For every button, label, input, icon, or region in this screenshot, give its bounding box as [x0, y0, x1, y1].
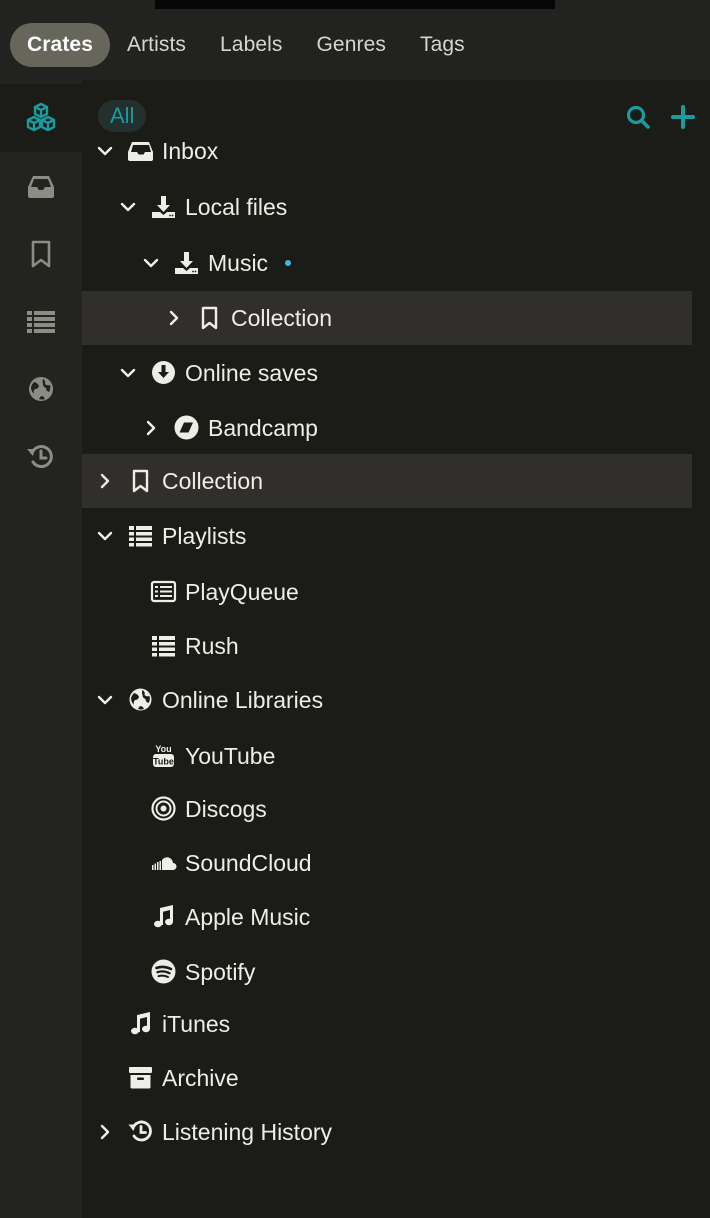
tree-item-label: SoundCloud [185, 850, 312, 876]
rail-history-button[interactable] [0, 423, 82, 491]
inbox-icon [128, 142, 153, 161]
tree-item-label: Bandcamp [208, 415, 318, 441]
history-icon [128, 1120, 152, 1142]
window-top-bar [155, 0, 555, 9]
tree-item-label: Collection [162, 468, 263, 494]
globe-icon [129, 688, 152, 711]
chevron-down-icon[interactable] [118, 197, 138, 217]
bookmark-icon [132, 469, 149, 493]
circle-download-icon [152, 361, 175, 384]
tree-item-music[interactable]: Music [82, 236, 692, 290]
chevron-down-icon[interactable] [95, 690, 115, 710]
history-icon [27, 445, 53, 469]
chevron-down-icon[interactable] [141, 253, 161, 273]
list-icon [129, 526, 152, 547]
tree-item-label: YouTube [185, 743, 276, 769]
tab-tags[interactable]: Tags [403, 23, 482, 67]
chevron-down-icon[interactable] [95, 526, 115, 546]
tree-item-label: Apple Music [185, 904, 311, 930]
download-icon [175, 252, 198, 274]
tree-item-archive[interactable]: Archive [82, 1051, 692, 1105]
tree-item-apple-music[interactable]: Apple Music [82, 890, 692, 944]
soundcloud-icon [152, 857, 177, 870]
tree-item-playlists[interactable]: Playlists [82, 509, 692, 563]
tree-item-online-libraries[interactable]: Online Libraries [82, 673, 692, 727]
tree-item-label: iTunes [162, 1011, 231, 1037]
tree-item-label: Music [208, 250, 269, 276]
tree-item-collection[interactable]: Collection [82, 454, 692, 508]
tree-item-label: Discogs [185, 796, 267, 822]
tree-item-label: Online Libraries [162, 687, 324, 713]
chevron-down-icon[interactable] [118, 363, 138, 383]
tree-item-local-files[interactable]: Local files [82, 180, 692, 234]
crates-panel: All Inbox Local files Music Collection Onlin… [82, 80, 710, 1218]
tab-genres[interactable]: Genres [300, 23, 403, 67]
svg-text:Tube: Tube [153, 757, 174, 767]
rail-playlists-button[interactable] [0, 287, 82, 355]
queue-icon [150, 580, 177, 603]
tree-item-itunes[interactable]: iTunes [82, 997, 692, 1051]
list-icon [152, 636, 175, 657]
chevron-down-icon[interactable] [95, 141, 115, 161]
chevron-right-icon[interactable] [141, 418, 161, 438]
tree-item-playqueue[interactable]: PlayQueue [82, 565, 692, 619]
tree-item-online-saves[interactable]: Online saves [82, 346, 692, 400]
tab-bar: Crates Artists Labels Genres Tags [0, 10, 710, 80]
bookmark-icon [31, 240, 51, 268]
rail-crates-button[interactable] [0, 84, 82, 152]
tab-artists[interactable]: Artists [110, 23, 203, 67]
svg-text:You: You [155, 744, 171, 754]
tree-item-label: Listening History [162, 1119, 333, 1145]
side-rail [0, 80, 82, 1218]
tab-labels[interactable]: Labels [203, 23, 299, 67]
tree-item-label: Playlists [162, 523, 247, 549]
tree-item-soundcloud[interactable]: SoundCloud [82, 836, 692, 890]
rail-bookmark-button[interactable] [0, 220, 82, 288]
chevron-right-icon[interactable] [95, 471, 115, 491]
cubes-icon [26, 102, 56, 132]
download-icon [152, 196, 175, 218]
bandcamp-icon [174, 415, 199, 440]
unread-indicator [285, 260, 291, 266]
tree-item-collection[interactable]: Collection [82, 291, 692, 345]
tree-item-spotify[interactable]: Spotify [82, 945, 692, 999]
tree-item-label: Local files [185, 194, 288, 220]
archive-icon [129, 1067, 152, 1089]
rail-inbox-button[interactable] [0, 152, 82, 220]
tree-item-label: Collection [231, 305, 332, 331]
tree-item-inbox[interactable]: Inbox [82, 124, 692, 178]
chevron-right-icon[interactable] [164, 308, 184, 328]
tree-item-youtube[interactable]: You Tube YouTube [82, 729, 692, 783]
tree-item-rush[interactable]: Rush [82, 619, 692, 673]
inbox-icon [28, 176, 54, 198]
list-icon [27, 311, 55, 333]
tree-item-label: Inbox [162, 138, 219, 164]
discogs-icon [151, 796, 176, 821]
tree-item-discogs[interactable]: Discogs [82, 782, 692, 836]
tree-item-listening-history[interactable]: Listening History [82, 1105, 692, 1159]
tab-crates[interactable]: Crates [10, 23, 110, 67]
tree-item-label: Online saves [185, 360, 318, 386]
globe-icon [29, 377, 53, 401]
tree-item-bandcamp[interactable]: Bandcamp [82, 401, 692, 455]
rail-online-button[interactable] [0, 355, 82, 423]
tree-item-label: Archive [162, 1065, 239, 1091]
tree-item-label: Rush [185, 633, 239, 659]
music-note-icon [131, 1012, 150, 1035]
youtube-icon: You Tube [153, 744, 174, 767]
chevron-right-icon[interactable] [95, 1122, 115, 1142]
spotify-icon [151, 959, 176, 984]
tree-item-label: PlayQueue [185, 579, 299, 605]
music-note-icon [154, 905, 173, 928]
tree-item-label: Spotify [185, 959, 256, 985]
bookmark-icon [201, 306, 218, 330]
window-top-strip [0, 0, 710, 10]
